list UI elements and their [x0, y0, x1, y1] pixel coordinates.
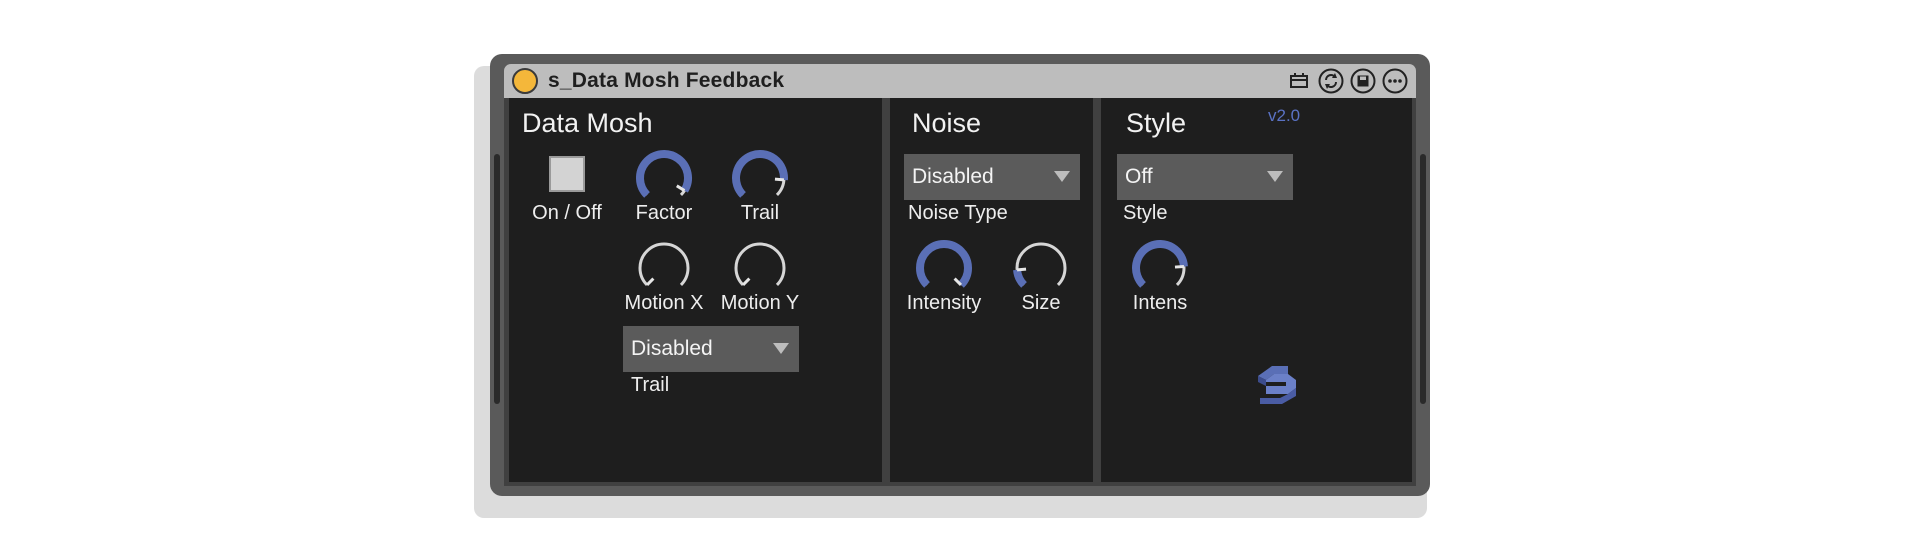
factor-label: Factor — [635, 202, 693, 224]
intens-knob-needle — [1174, 264, 1185, 269]
device-body: Data Mosh On / Off Factor Trail Motion X… — [504, 98, 1416, 486]
motion-x-knob[interactable] — [632, 236, 696, 300]
map-icon[interactable] — [1286, 68, 1312, 94]
more-icon[interactable] — [1382, 68, 1408, 94]
intens-label: Intens — [1132, 292, 1188, 314]
noise-type-dropdown-value: Disabled — [912, 165, 994, 188]
size-knob-track — [1015, 242, 1067, 287]
device-right-edge — [1420, 154, 1426, 404]
trail-dropdown[interactable]: Disabled — [623, 326, 799, 372]
trail-dropdown-value: Disabled — [631, 337, 713, 360]
trail-knob[interactable] — [728, 146, 792, 210]
data-mosh-title: Data Mosh — [522, 108, 653, 138]
chevron-down-icon — [1054, 171, 1070, 182]
style-dropdown-value: Off — [1125, 165, 1153, 188]
size-knob-needle — [1016, 267, 1027, 272]
device-window: s_Data Mosh Feedback Data Mosh On / Off … — [490, 54, 1430, 496]
style-panel: Style v2.0 Off Style Intens — [1101, 98, 1412, 482]
noise-type-label: Noise Type — [908, 202, 1008, 224]
intensity-label: Intensity — [906, 292, 982, 314]
on-off-label: On / Off — [532, 202, 602, 224]
intensity-knob-value-arc — [916, 240, 972, 288]
titlebar-icons — [1286, 68, 1408, 94]
noise-type-dropdown[interactable]: Disabled — [904, 154, 1080, 200]
trail-knob-needle — [774, 177, 785, 182]
trail-knob-value-arc — [732, 150, 788, 198]
intens-knob[interactable] — [1128, 236, 1192, 300]
noise-panel: Noise Disabled Noise Type Intensity Size — [890, 98, 1093, 482]
size-knob-value-arc — [1013, 269, 1028, 288]
style-dropdown[interactable]: Off — [1117, 154, 1293, 200]
chevron-down-icon — [773, 343, 789, 354]
motion-y-knob-track — [734, 242, 786, 287]
noise-title: Noise — [912, 108, 982, 138]
trail-dropdown-label: Trail — [631, 374, 670, 396]
motion-x-knob-track — [638, 242, 690, 287]
chevron-down-icon — [1267, 171, 1283, 182]
version-label: v2.0 — [1268, 106, 1301, 125]
on-off-toggle[interactable] — [549, 156, 585, 192]
device-title: s_Data Mosh Feedback — [548, 69, 785, 92]
device-activator-button[interactable] — [512, 68, 538, 94]
device-left-edge — [494, 154, 500, 404]
save-preset-icon[interactable] — [1350, 68, 1376, 94]
factor-knob[interactable] — [632, 146, 696, 210]
device-titlebar: s_Data Mosh Feedback — [504, 64, 1416, 98]
data-mosh-panel: Data Mosh On / Off Factor Trail Motion X… — [509, 98, 882, 482]
brand-logo-icon — [1258, 366, 1296, 404]
intensity-knob[interactable] — [912, 236, 976, 300]
trail-knob-label: Trail — [740, 202, 780, 224]
hot-swap-icon[interactable] — [1318, 68, 1344, 94]
motion-y-knob-needle — [741, 277, 751, 287]
motion-x-label: Motion X — [624, 292, 704, 314]
motion-y-knob[interactable] — [728, 236, 792, 300]
size-label: Size — [1021, 292, 1061, 314]
style-title: Style — [1126, 108, 1187, 138]
size-knob[interactable] — [1009, 236, 1073, 300]
style-dropdown-label: Style — [1123, 202, 1168, 224]
intens-knob-value-arc — [1132, 240, 1188, 288]
motion-x-knob-needle — [645, 277, 655, 287]
motion-y-label: Motion Y — [720, 292, 800, 314]
